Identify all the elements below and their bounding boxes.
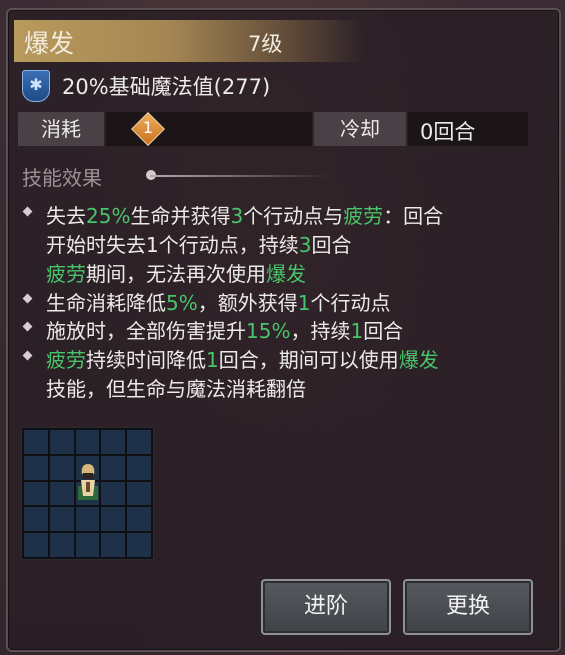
effect-text: 生命消耗降低 <box>46 291 166 315</box>
effect-text: 施放时，全部伤害提升 <box>46 319 246 343</box>
effect-text: ：回合 <box>383 204 444 228</box>
mana-cost-text: 20%基础魔法值(277) <box>62 75 271 99</box>
effect-text: 持续时间降低 <box>86 348 206 372</box>
skill-effects-title: 技能效果 <box>22 166 102 190</box>
keyword-highlight: 5% <box>166 291 198 315</box>
effect-text: 个行动点 <box>310 291 391 315</box>
effect-line: 疲劳持续时间降低1回合，期间可以使用爆发 <box>46 344 439 373</box>
effect-text: 回合 <box>363 319 404 343</box>
keyword-highlight: 爆发 <box>266 262 306 286</box>
keyword-highlight: 3 <box>298 233 312 257</box>
cooldown-label: 冷却 <box>314 112 406 146</box>
effect-text: 回合 <box>311 233 352 257</box>
keyword-highlight: 25% <box>86 204 131 228</box>
divider-line <box>150 175 330 177</box>
keyword-highlight: 疲劳 <box>46 262 86 286</box>
skill-name: 爆发 <box>24 29 75 58</box>
effect-text: 技能，但生命与魔法消耗翻倍 <box>46 377 306 401</box>
effect-text: ，持续 <box>290 319 351 343</box>
keyword-highlight: 疲劳 <box>343 204 384 228</box>
skill-level: 7级 <box>248 32 283 56</box>
effect-line: 技能，但生命与魔法消耗翻倍 <box>46 373 306 402</box>
snowflake-icon: ✱ <box>22 70 50 102</box>
effect-text: ，额外获得 <box>197 291 298 315</box>
effect-line: 疲劳期间，无法再次使用爆发 <box>46 258 306 287</box>
effect-line: 失去25%生命并获得3个行动点与疲劳：回合 <box>46 200 443 229</box>
unit-figure-icon <box>78 464 98 500</box>
effect-text: 回合，期间可以使用 <box>218 348 399 372</box>
keyword-highlight: 3 <box>230 204 244 228</box>
effect-text: 个行动点与 <box>243 204 344 228</box>
effect-line: 施放时，全部伤害提升15%，持续1回合 <box>46 315 403 344</box>
effect-text: 开始时失去1个行动点，持续 <box>46 233 299 257</box>
keyword-highlight: 疲劳 <box>46 348 86 372</box>
effect-line: 生命消耗降低5%，额外获得1个行动点 <box>46 287 390 316</box>
keyword-highlight: 15% <box>246 319 291 343</box>
cooldown-value: 0回合 <box>420 120 476 144</box>
keyword-highlight: 1 <box>350 319 364 343</box>
effect-line: 开始时失去1个行动点，持续3回合 <box>46 229 351 258</box>
effect-text: 失去 <box>46 204 86 228</box>
effect-text: 生命并获得 <box>130 204 231 228</box>
consume-label: 消耗 <box>18 112 104 146</box>
effect-text: 期间，无法再次使用 <box>86 262 266 286</box>
keyword-highlight: 1 <box>297 291 311 315</box>
advance-button[interactable]: 进阶 <box>261 579 391 635</box>
swap-button[interactable]: 更换 <box>403 579 533 635</box>
keyword-highlight: 1 <box>206 348 219 372</box>
consume-value: 1 <box>142 118 154 137</box>
keyword-highlight: 爆发 <box>398 348 439 372</box>
